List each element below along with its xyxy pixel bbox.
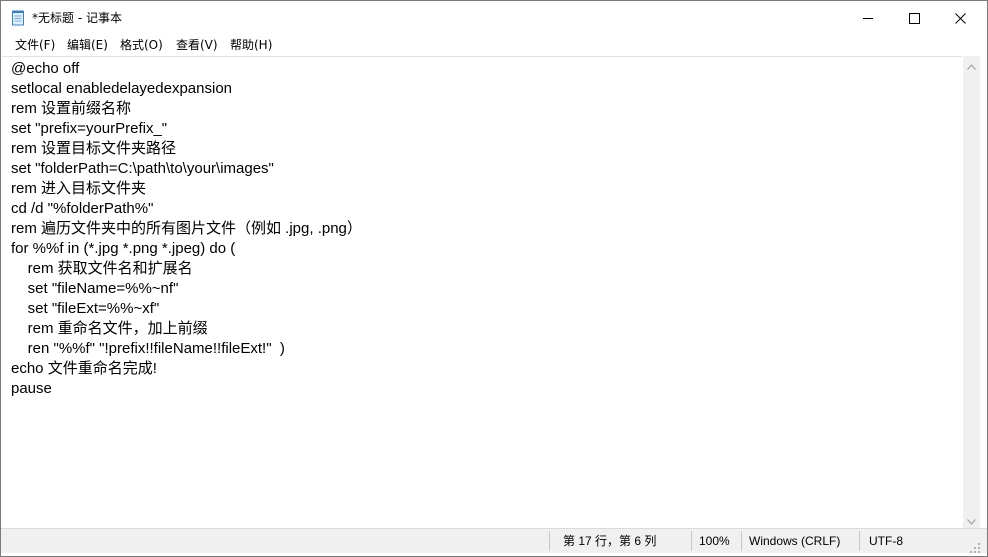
title-bar[interactable]: *无标题 - 记事本 [1, 1, 987, 35]
status-divider [691, 531, 692, 551]
status-encoding: UTF-8 [869, 534, 903, 548]
text-editor[interactable]: @echo off setlocal enabledelayedexpansio… [2, 56, 962, 529]
minimize-button[interactable] [845, 1, 891, 35]
window-title: *无标题 - 记事本 [32, 11, 122, 25]
menu-format[interactable]: 格式(O) [116, 36, 167, 54]
status-divider [549, 531, 550, 551]
menu-help[interactable]: 帮助(H) [226, 36, 276, 54]
status-line-ending: Windows (CRLF) [749, 534, 841, 548]
vertical-scrollbar[interactable] [963, 56, 980, 528]
menu-view[interactable]: 查看(V) [172, 36, 222, 54]
status-divider [741, 531, 742, 551]
close-button[interactable] [937, 1, 983, 35]
status-cursor-position: 第 17 行，第 6 列 [563, 534, 657, 548]
maximize-icon [908, 9, 920, 28]
maximize-button[interactable] [891, 1, 937, 35]
menu-file[interactable]: 文件(F) [11, 36, 59, 54]
status-bar: 第 17 行，第 6 列 100% Windows (CRLF) UTF-8 [1, 528, 987, 553]
status-zoom: 100% [699, 534, 730, 548]
minimize-icon [862, 9, 874, 28]
status-divider [859, 531, 860, 551]
editor-content[interactable]: @echo off setlocal enabledelayedexpansio… [2, 57, 962, 399]
chevron-up-icon [967, 55, 976, 74]
notepad-window: *无标题 - 记事本 文件(F) 编辑(E) 格式(O) 查看(V) 帮助(H)… [0, 0, 988, 557]
chevron-down-icon [967, 510, 976, 529]
notepad-icon [11, 10, 25, 26]
scroll-down-button[interactable] [963, 511, 980, 528]
close-icon [954, 9, 966, 28]
resize-grip-icon[interactable] [969, 539, 981, 553]
menu-edit[interactable]: 编辑(E) [63, 36, 112, 54]
menu-bar: 文件(F) 编辑(E) 格式(O) 查看(V) 帮助(H) [1, 35, 987, 55]
scroll-up-button[interactable] [963, 56, 980, 73]
